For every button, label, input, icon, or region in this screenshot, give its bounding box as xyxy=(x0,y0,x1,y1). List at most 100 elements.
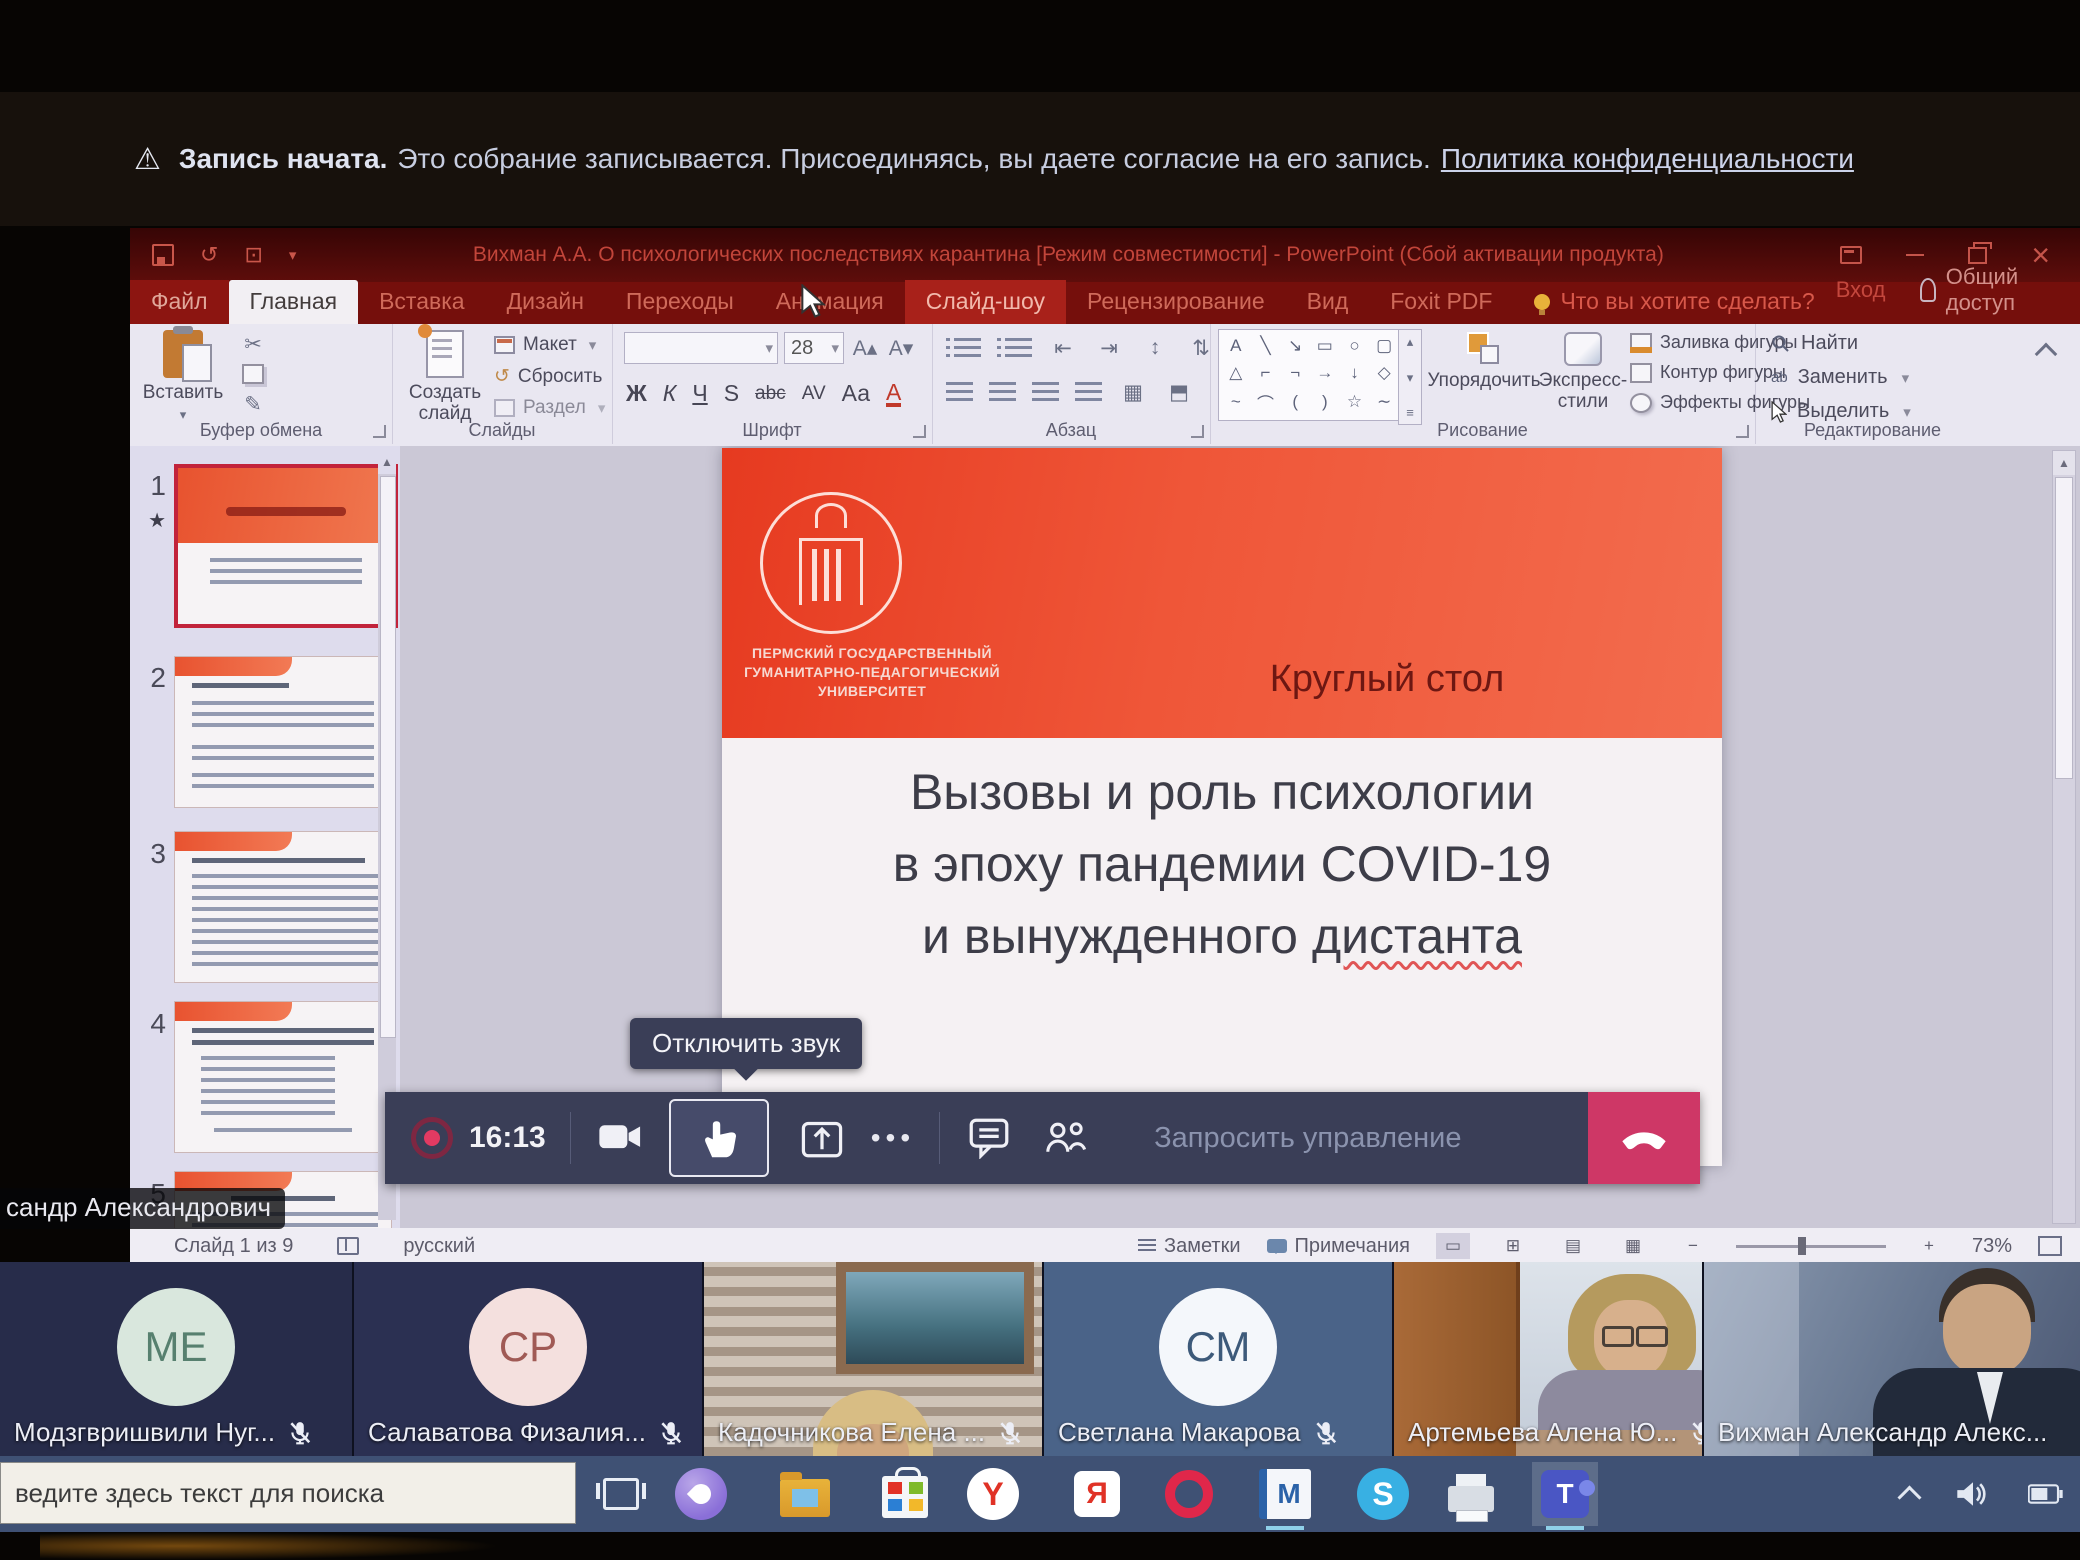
shape-arc-icon[interactable]: ⌒ xyxy=(1257,390,1274,415)
chat-button[interactable] xyxy=(968,1117,1010,1159)
shapes-scrollbar[interactable]: ▴ ▾ ≡ xyxy=(1398,329,1422,425)
shape-star-icon[interactable]: ☆ xyxy=(1347,392,1362,412)
shape-wave-icon[interactable]: ∼ xyxy=(1377,392,1391,412)
shape-elbow-icon[interactable]: ⌐ xyxy=(1261,363,1271,383)
replace-button[interactable]: ab Заменить▾ xyxy=(1771,366,1915,389)
language-indicator[interactable]: русский xyxy=(403,1235,475,1258)
participant-tile[interactable]: Вихман Александр Алекс... xyxy=(1704,1262,2080,1456)
font-size-input[interactable] xyxy=(785,337,827,360)
participant-tile[interactable]: СМ Светлана Макарова xyxy=(1044,1262,1392,1456)
close-button[interactable]: × xyxy=(2031,245,2050,265)
shape-triangle-icon[interactable]: △ xyxy=(1229,363,1242,383)
task-view-button[interactable] xyxy=(588,1462,654,1526)
tab-slideshow[interactable]: Слайд-шоу xyxy=(905,280,1066,324)
shape-oval-icon[interactable]: ○ xyxy=(1349,336,1359,356)
shape-textbox-icon[interactable]: A xyxy=(1230,336,1241,356)
zoom-level[interactable]: 73% xyxy=(1972,1235,2012,1258)
paste-button[interactable]: Вставить ▾ xyxy=(140,330,226,423)
participant-tile[interactable]: СР Салаватова Физалия... xyxy=(354,1262,702,1456)
smartart-convert-icon[interactable]: ⬒ xyxy=(1164,378,1194,406)
layout-button[interactable]: Макет▾ xyxy=(494,334,609,356)
zoom-slider[interactable] xyxy=(1736,1245,1886,1248)
more-options-button[interactable]: ••• xyxy=(871,1122,915,1154)
columns-icon[interactable]: ▦ xyxy=(1118,378,1148,406)
printer-button[interactable] xyxy=(1438,1462,1504,1526)
shapes-scroll-up-icon[interactable]: ▴ xyxy=(1407,334,1414,350)
zoom-out-icon[interactable]: − xyxy=(1676,1233,1710,1259)
shape-arrow-icon[interactable]: ↘ xyxy=(1288,336,1302,356)
slide-sorter-view-icon[interactable]: ⊞ xyxy=(1496,1233,1530,1259)
slide-scrollbar[interactable]: ▲ xyxy=(2052,450,2076,1224)
participant-tile[interactable]: МЕ Модзгвришвили Нуг... xyxy=(0,1262,352,1456)
slide-thumbnail-3[interactable] xyxy=(174,831,392,983)
slide-thumbnail-2[interactable] xyxy=(174,656,392,808)
font-color-button[interactable]: А xyxy=(886,381,901,407)
paint3d-button[interactable] xyxy=(668,1462,734,1526)
ribbon-display-options-icon[interactable] xyxy=(1840,246,1862,264)
justify-icon[interactable] xyxy=(1075,382,1102,403)
shape-arrow-right-icon[interactable]: → xyxy=(1316,363,1333,383)
normal-view-icon[interactable]: ▭ xyxy=(1436,1233,1470,1259)
shape-line-icon[interactable]: ╲ xyxy=(1260,336,1270,356)
shape-rounded-rect-icon[interactable]: ▢ xyxy=(1376,336,1392,356)
align-center-icon[interactable] xyxy=(989,382,1016,403)
tab-home[interactable]: Главная xyxy=(229,280,359,324)
share-button[interactable]: Общий доступ xyxy=(1920,264,2036,316)
tab-insert[interactable]: Вставка xyxy=(358,280,486,324)
minimize-button[interactable] xyxy=(1906,254,1924,256)
reading-view-icon[interactable]: ▤ xyxy=(1556,1233,1590,1259)
tab-review[interactable]: Рецензирование xyxy=(1066,280,1286,324)
tab-design[interactable]: Дизайн xyxy=(486,280,605,324)
tab-view[interactable]: Вид xyxy=(1286,280,1370,324)
shape-brace-right-icon[interactable]: ) xyxy=(1322,392,1328,412)
italic-button[interactable]: К xyxy=(663,380,677,407)
shape-elbow2-icon[interactable]: ¬ xyxy=(1290,363,1300,383)
cut-icon[interactable]: ✂ xyxy=(238,330,268,358)
slide-scroll-thumb[interactable] xyxy=(2055,477,2073,779)
drawing-dialog-launcher[interactable] xyxy=(1736,425,1749,438)
teams-app-button[interactable]: T xyxy=(1532,1462,1598,1526)
spellcheck-book-icon[interactable] xyxy=(337,1237,359,1255)
font-size-combo[interactable]: ▾ xyxy=(784,332,844,364)
taskbar-search-input[interactable] xyxy=(0,1462,576,1524)
strikethrough-button[interactable]: abc xyxy=(755,383,786,405)
battery-icon[interactable] xyxy=(2028,1484,2064,1504)
save-icon[interactable] xyxy=(152,244,174,266)
tab-animations[interactable]: Анимация xyxy=(755,280,905,324)
new-slide-button[interactable]: Создать слайд xyxy=(400,330,490,424)
shape-freeform-icon[interactable]: ◇ xyxy=(1378,363,1391,383)
arrange-button[interactable]: Упорядочить xyxy=(1432,332,1536,391)
decrease-indent-icon[interactable]: ⇤ xyxy=(1048,334,1078,362)
copy-icon[interactable] xyxy=(238,360,268,388)
character-spacing-button[interactable]: AV xyxy=(802,383,826,405)
microsoft-store-button[interactable] xyxy=(872,1462,938,1526)
line-spacing-icon[interactable]: ↕ xyxy=(1140,334,1170,362)
camera-button[interactable] xyxy=(599,1124,643,1152)
bullets-icon[interactable] xyxy=(954,338,981,359)
fit-to-window-icon[interactable] xyxy=(2038,1236,2062,1256)
yandex-app-button[interactable]: Я xyxy=(1064,1462,1130,1526)
participant-tile[interactable]: Артемьева Алена Ю... xyxy=(1394,1262,1702,1456)
hangup-button[interactable] xyxy=(1588,1092,1700,1184)
restore-button[interactable] xyxy=(1968,247,1987,264)
shape-rectangle-icon[interactable]: ▭ xyxy=(1317,336,1333,356)
font-name-input[interactable] xyxy=(625,337,761,360)
reset-button[interactable]: ↺Сбросить xyxy=(494,365,609,388)
decrease-font-icon[interactable]: А▾ xyxy=(886,334,916,362)
section-button[interactable]: Раздел▾ xyxy=(494,397,609,419)
increase-font-icon[interactable]: А▴ xyxy=(850,334,880,362)
font-name-combo[interactable]: ▾ xyxy=(624,332,778,364)
zoom-in-icon[interactable]: + xyxy=(1912,1233,1946,1259)
align-left-icon[interactable] xyxy=(946,382,973,403)
font-dialog-launcher[interactable] xyxy=(913,425,926,438)
thumbnail-scroll-up-icon[interactable]: ▲ xyxy=(378,450,396,474)
mute-button[interactable] xyxy=(669,1099,769,1177)
collapse-ribbon-icon[interactable] xyxy=(2035,343,2058,366)
increase-indent-icon[interactable]: ⇥ xyxy=(1094,334,1124,362)
slide-canvas[interactable]: ПЕРМСКИЙ ГОСУДАРСТВЕННЫЙ ГУМАНИТАРНО-ПЕД… xyxy=(722,448,1722,1166)
bold-button[interactable]: Ж xyxy=(626,380,647,407)
tab-tell-me[interactable]: Что вы хотите сделать? xyxy=(1513,280,1835,324)
undo-icon[interactable]: ↺ xyxy=(200,242,218,268)
shape-arrow-down-icon[interactable]: ↓ xyxy=(1350,363,1359,383)
numbering-icon[interactable] xyxy=(1005,338,1032,359)
